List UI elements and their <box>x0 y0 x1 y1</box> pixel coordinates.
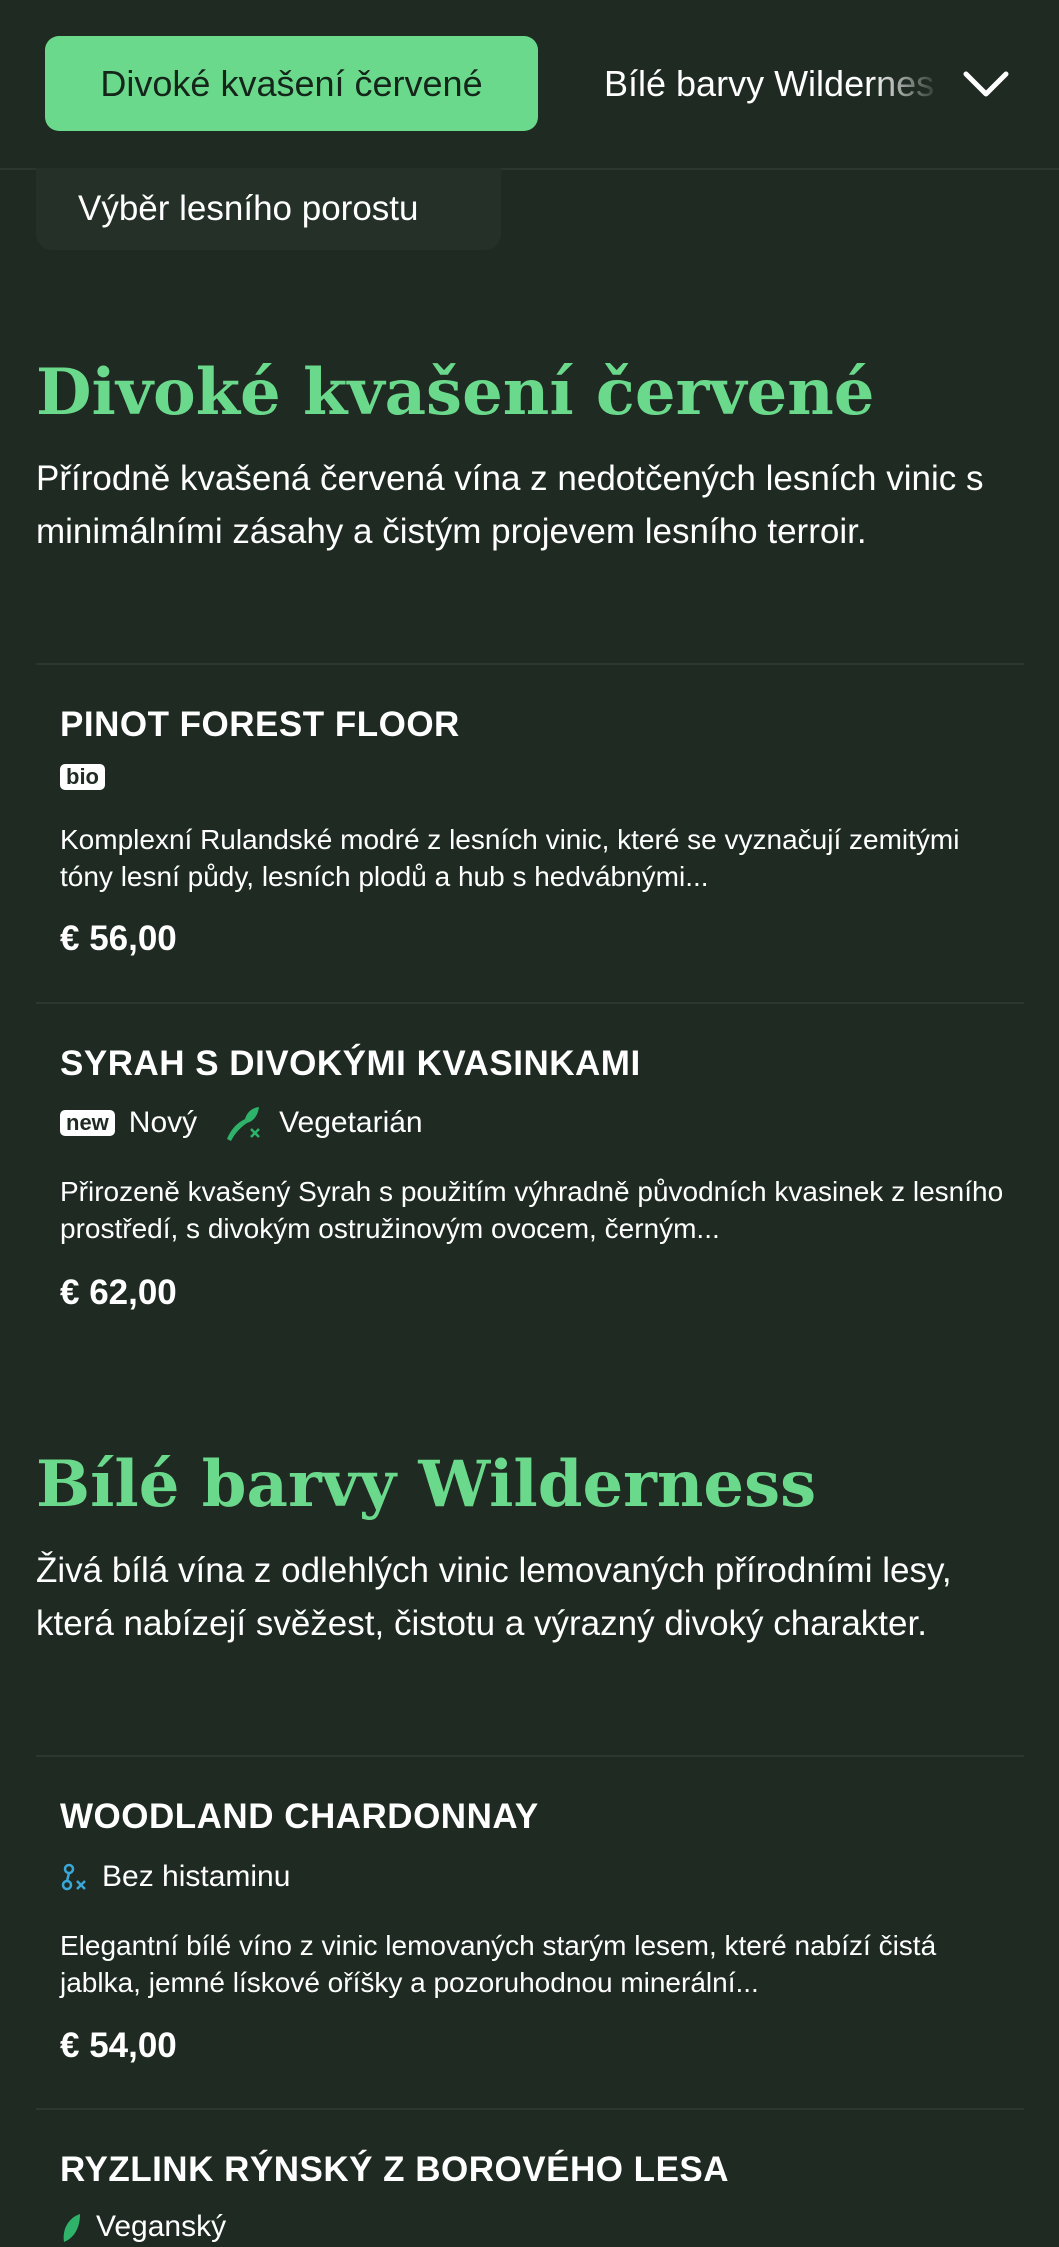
vegetarian-label: Vegetarián <box>279 1106 423 1139</box>
item-tags: Bez histaminu <box>60 1857 290 1897</box>
section-description: Živá bílá vína z odlehlých vinic lemovan… <box>36 1551 952 1643</box>
item-description: Přirozeně kvašený Syrah s použitím výhra… <box>60 1176 1004 1244</box>
histamine-free-icon <box>61 1863 86 1891</box>
vegan-leaf-icon <box>63 2214 80 2242</box>
section-title: Bílé barvy Wilderness <box>36 1447 817 1522</box>
item-description: Elegantní bílé víno z vinic lemovaných s… <box>60 1930 937 1998</box>
item-name: WOODLAND CHARDONNAY <box>60 1797 539 1836</box>
item-price: € 56,00 <box>60 919 177 958</box>
section-title: Divoké kvašení červené <box>36 355 875 430</box>
item-price: € 54,00 <box>60 2026 177 2065</box>
item-tags: Veganský <box>60 2207 226 2247</box>
item-name: RYZLINK RÝNSKÝ Z BOROVÉHO LESA <box>60 2150 730 2189</box>
vegan-label: Veganský <box>96 2210 227 2243</box>
item-tags: new Nový Vegetarián <box>60 1103 423 1143</box>
category-nav-bar: Divoké kvašení červené Bílé barvy Wilder… <box>0 0 1059 170</box>
new-label: Nový <box>128 1106 198 1139</box>
item-description: Komplexní Rulandské modré z lesních vini… <box>60 824 960 892</box>
new-badge: new <box>60 1110 115 1136</box>
divider <box>36 663 1024 665</box>
vegetarian-icon <box>227 1107 261 1141</box>
item-price: € 62,00 <box>60 1273 177 1312</box>
section-description: Přírodně kvašená červená vína z nedotčen… <box>36 459 984 551</box>
tab-divoke-kvaseni-cervene[interactable]: Divoké kvašení červené <box>45 36 538 131</box>
item-name: SYRAH S DIVOKÝMI KVASINKAMI <box>60 1044 641 1083</box>
item-tags: bio <box>60 757 105 797</box>
bio-badge: bio <box>60 764 105 790</box>
subtab-vyber-lesniho-porostu[interactable]: Výběr lesního porostu <box>36 168 501 250</box>
chevron-down-icon[interactable] <box>960 60 1012 108</box>
item-name: PINOT FOREST FLOOR <box>60 705 460 744</box>
divider <box>36 1002 1024 1004</box>
divider <box>36 1755 1024 1757</box>
histamine-free-label: Bez histaminu <box>102 1860 291 1893</box>
divider <box>36 2108 1024 2110</box>
tab-fade-overlay <box>870 36 960 131</box>
